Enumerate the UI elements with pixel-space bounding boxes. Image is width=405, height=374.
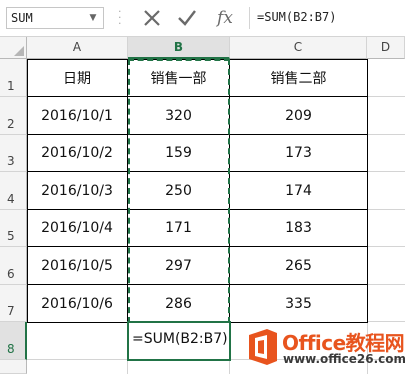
formula-input[interactable]: =SUM(B2:B7): [249, 7, 399, 29]
chevron-down-icon[interactable]: ▼: [86, 11, 100, 25]
row-header-2[interactable]: 2: [0, 97, 27, 135]
row-header-7[interactable]: 7: [0, 285, 27, 322]
insert-function-button[interactable]: fx: [212, 6, 238, 30]
column-header-a[interactable]: A: [27, 37, 128, 59]
name-box[interactable]: SUM ▼: [6, 7, 104, 29]
gridline: [367, 96, 405, 97]
header-cell-dept2[interactable]: 销售二部: [230, 59, 368, 97]
table-cell-dept1[interactable]: 286: [128, 285, 230, 323]
table-cell-dept1[interactable]: 320: [128, 97, 230, 135]
row-header-5[interactable]: 5: [0, 210, 27, 247]
gridline: [367, 246, 405, 247]
header-cell-date[interactable]: 日期: [27, 59, 128, 97]
table-cell-dept1[interactable]: 159: [128, 135, 230, 172]
gridline: [367, 171, 405, 172]
name-box-value: SUM: [11, 11, 33, 25]
row-header-8[interactable]: 8: [0, 322, 27, 360]
check-icon: [178, 10, 196, 26]
office-logo-icon: [249, 329, 277, 365]
cancel-button[interactable]: [139, 6, 165, 30]
edit-cell-text: =SUM(B2:B7): [132, 331, 228, 347]
table-cell-date[interactable]: 2016/10/4: [27, 210, 128, 247]
header-cell-dept1[interactable]: 销售一部: [128, 59, 230, 97]
table-cell-dept1[interactable]: 171: [128, 210, 230, 247]
watermark-url: www.office26.com: [283, 352, 405, 366]
table-cell-dept2[interactable]: 265: [230, 247, 368, 285]
table-cell-date[interactable]: 2016/10/3: [27, 172, 128, 210]
column-header-b[interactable]: B: [128, 37, 230, 59]
confirm-button[interactable]: [174, 6, 200, 30]
gridline: [367, 209, 405, 210]
column-header-c[interactable]: C: [230, 37, 367, 59]
gridline: [367, 321, 405, 322]
column-header-d[interactable]: D: [367, 37, 405, 59]
close-icon: [144, 10, 160, 26]
gridline: [367, 134, 405, 135]
row-header-6[interactable]: 6: [0, 247, 27, 285]
table-cell-date[interactable]: 2016/10/5: [27, 247, 128, 285]
active-cell-editor[interactable]: =SUM(B2:B7): [127, 321, 231, 361]
table-cell-date[interactable]: 2016/10/1: [27, 97, 128, 135]
row-header-4[interactable]: 4: [0, 172, 27, 210]
formula-text: =SUM(B2:B7): [257, 10, 337, 24]
gridline: [367, 284, 405, 285]
select-all-button[interactable]: [0, 37, 27, 59]
row-header-3[interactable]: 3: [0, 135, 27, 172]
table-cell-dept1[interactable]: 297: [128, 247, 230, 285]
table-cell-date[interactable]: 2016/10/2: [27, 135, 128, 172]
table-cell-dept2[interactable]: 209: [230, 97, 368, 135]
table-cell-dept1[interactable]: 250: [128, 172, 230, 210]
row-header-9[interactable]: [0, 360, 27, 374]
table-cell-dept2[interactable]: 174: [230, 172, 368, 210]
watermark: Office教程网 www.office26.com: [246, 324, 405, 374]
table-cell-dept2[interactable]: 335: [230, 285, 368, 323]
row-header-1[interactable]: 1: [0, 59, 27, 97]
table-cell-dept2[interactable]: 173: [230, 135, 368, 172]
table-cell-dept2[interactable]: 183: [230, 210, 368, 247]
formula-bar: SUM ▼ · · · fx =SUM(B2:B7): [0, 0, 405, 37]
table-cell-date[interactable]: 2016/10/6: [27, 285, 128, 323]
grip-dots-icon: · · ·: [118, 5, 122, 30]
